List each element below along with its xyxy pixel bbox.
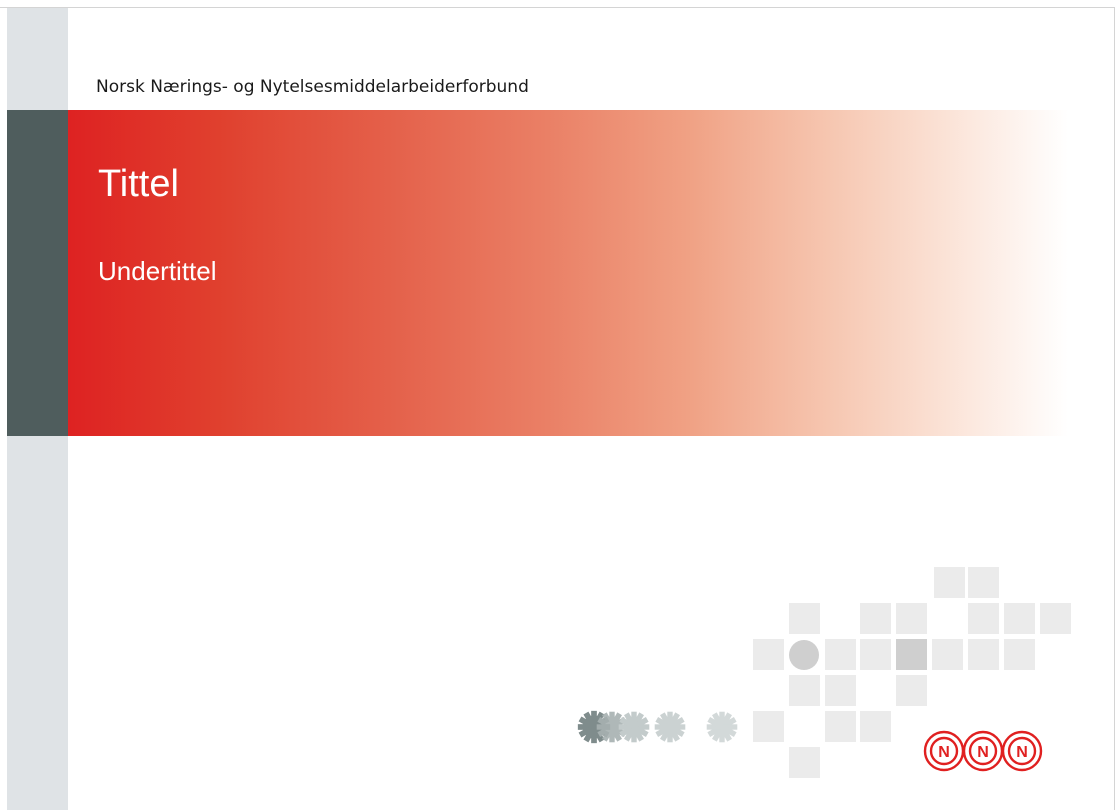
organization-name: Norsk Nærings- og Nytelsesmiddelarbeider… — [96, 77, 529, 97]
logo-letter: N — [977, 744, 989, 761]
title-banner — [68, 110, 1068, 436]
logo-letter: N — [1016, 744, 1028, 761]
slide: Norsk Nærings- og Nytelsesmiddelarbeider… — [0, 0, 1115, 810]
left-side-bar-accent — [7, 110, 68, 436]
slide-title[interactable]: Tittel — [98, 163, 179, 206]
gear-cluster-icon — [577, 710, 738, 744]
logo-letter: N — [938, 744, 950, 761]
slide-subtitle[interactable]: Undertittel — [98, 256, 217, 287]
top-border — [0, 7, 1115, 8]
circle-shape-icon — [789, 640, 819, 670]
nnn-logo-icon: N N N — [923, 730, 1043, 772]
